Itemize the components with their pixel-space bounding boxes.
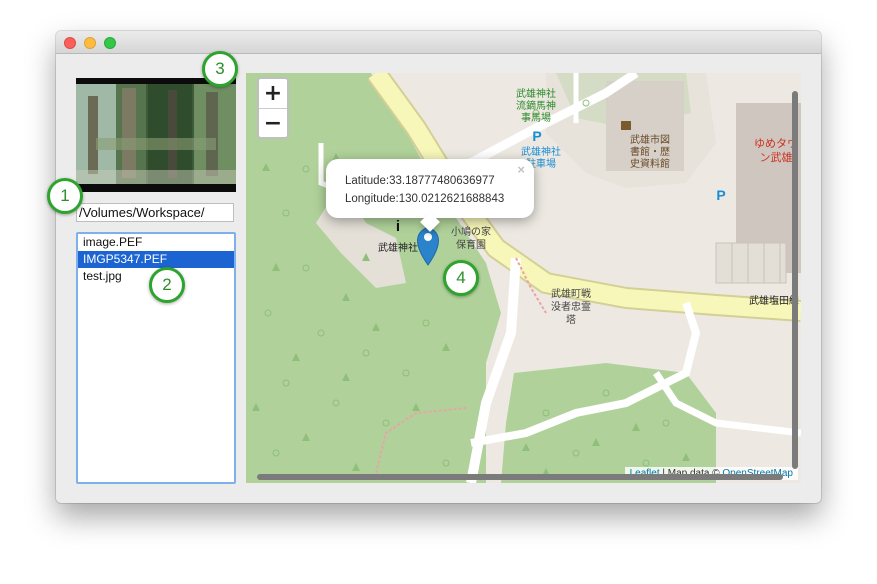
close-window-button[interactable]	[64, 37, 76, 49]
parking-icon-2: P	[716, 187, 725, 203]
map-view[interactable]: 武雄神社 流鏑馬神 事馬場 P 武雄神社 駐車場 武雄市図 書館・歴 史資料館 …	[246, 73, 801, 483]
location-popup: × Latitude:33.18777480636977 Longitude:1…	[326, 159, 534, 232]
map-label-shrine-horse-2: 流鏑馬神	[516, 99, 556, 112]
minimize-window-button[interactable]	[84, 37, 96, 49]
zoom-control: + −	[257, 77, 289, 139]
file-list-item[interactable]: image.PEF	[78, 234, 234, 251]
map-label-nursery-2: 保育園	[456, 238, 486, 251]
map-label-shrine-parking-1: 武雄神社	[521, 145, 561, 158]
map-label-library-3: 史資料館	[630, 157, 670, 170]
map-label-memorial-1: 武雄町戦	[551, 287, 591, 300]
title-bar	[56, 31, 821, 54]
info-icon: i	[396, 218, 400, 235]
zoom-in-button[interactable]: +	[259, 79, 287, 109]
callout-badge-3: 3	[202, 51, 238, 87]
maximize-window-button[interactable]	[104, 37, 116, 49]
zoom-out-button[interactable]: −	[259, 109, 287, 137]
folder-path-field[interactable]: /Volumes/Workspace/	[76, 203, 234, 222]
map-label-shrine: 武雄神社	[378, 241, 418, 254]
popup-close-icon[interactable]: ×	[517, 162, 525, 177]
map-label-library-2: 書館・歴	[630, 145, 670, 158]
callout-badge-2: 2	[149, 267, 185, 303]
callout-badge-4: 4	[443, 260, 479, 296]
map-label-shrine-horse-1: 武雄神社	[516, 87, 556, 100]
image-thumbnail	[76, 78, 236, 192]
file-list-item-selected[interactable]: IMGP5347.PEF	[78, 251, 234, 268]
popup-latitude: Latitude:33.18777480636977	[345, 175, 495, 187]
horizontal-scrollbar[interactable]	[257, 474, 783, 480]
map-label-library-1: 武雄市図	[630, 133, 670, 146]
map-label-nursery-1: 小鳩の家	[451, 225, 491, 238]
map-label-memorial-3: 塔	[566, 313, 576, 326]
parking-icon: P	[532, 128, 541, 144]
map-label-youme-2: ン武雄	[760, 150, 793, 164]
map-label-shrine-horse-3: 事馬場	[521, 111, 551, 124]
popup-longitude: Longitude:130.0212621688843	[345, 193, 505, 205]
map-label-memorial-2: 没者忠霊	[551, 301, 591, 313]
vertical-scrollbar[interactable]	[792, 91, 798, 469]
callout-badge-1: 1	[47, 178, 83, 214]
